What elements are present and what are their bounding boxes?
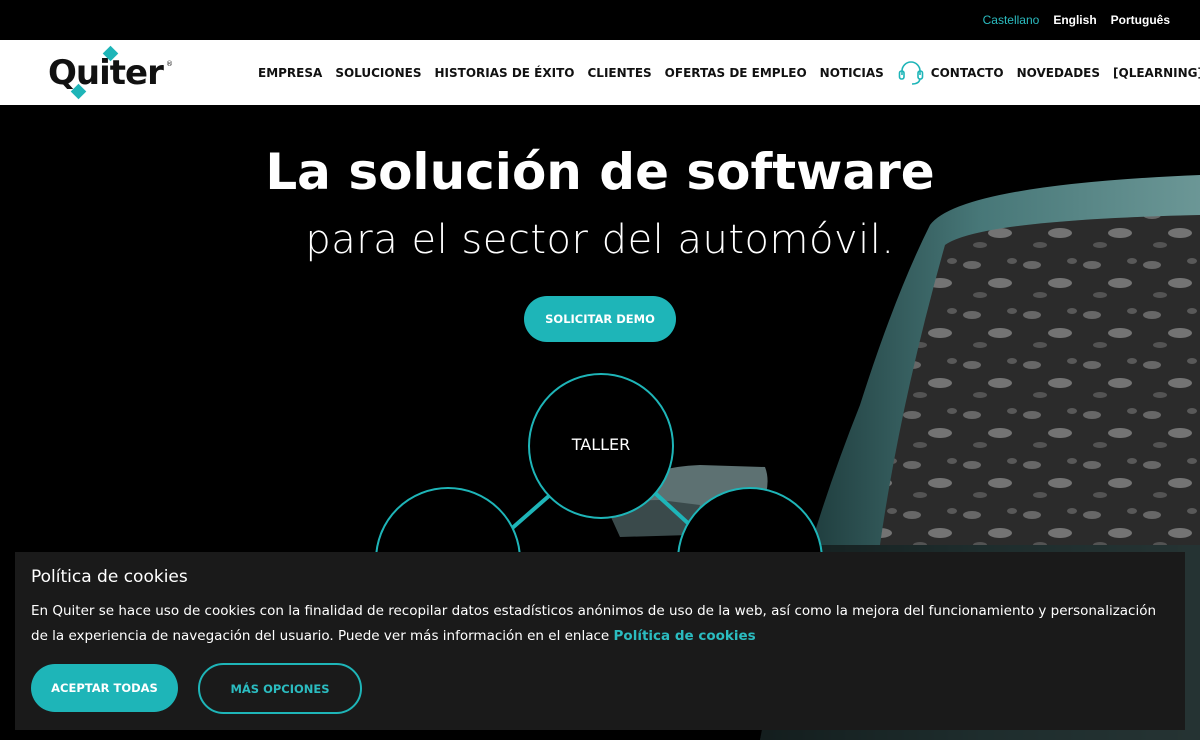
nav-qlearning[interactable]: [QLEARNING] bbox=[1113, 66, 1200, 80]
language-bar: Castellano English Português bbox=[0, 0, 1200, 40]
hero-subtitle: para el sector del automóvil. bbox=[305, 217, 895, 263]
solicitar-demo-button[interactable]: SOLICITAR DEMO bbox=[524, 296, 676, 342]
hero-title: La solución de software bbox=[265, 143, 935, 201]
site-header: Quiter ® EMPRESA SOLUCIONES HISTORIAS DE… bbox=[0, 40, 1200, 105]
logo-registered-mark: ® bbox=[166, 60, 173, 68]
headset-icon bbox=[898, 60, 924, 85]
lang-english[interactable]: English bbox=[1053, 13, 1096, 27]
cookie-banner: Política de cookies En Quiter se hace us… bbox=[15, 552, 1185, 730]
nav-clientes[interactable]: CLIENTES bbox=[587, 66, 651, 80]
nav-contacto[interactable]: CONTACTO bbox=[897, 60, 1004, 86]
accept-all-button[interactable]: ACEPTAR TODAS bbox=[31, 664, 178, 712]
logo-wordmark: Quiter bbox=[48, 53, 164, 93]
nav-historias[interactable]: HISTORIAS DE ÉXITO bbox=[434, 66, 574, 80]
nav-soluciones[interactable]: SOLUCIONES bbox=[335, 66, 421, 80]
nav-noticias[interactable]: NOTICIAS bbox=[820, 66, 884, 80]
cookie-policy-link[interactable]: Política de cookies bbox=[614, 628, 756, 644]
nav-empresa[interactable]: EMPRESA bbox=[258, 66, 322, 80]
cookie-title: Política de cookies bbox=[31, 567, 188, 587]
nav-ofertas-empleo[interactable]: OFERTAS DE EMPLEO bbox=[665, 66, 807, 80]
quiter-logo[interactable]: Quiter ® bbox=[48, 45, 173, 100]
main-nav: EMPRESA SOLUCIONES HISTORIAS DE ÉXITO CL… bbox=[258, 40, 1200, 105]
circle-label-taller[interactable]: TALLER bbox=[528, 435, 674, 454]
lang-castellano[interactable]: Castellano bbox=[983, 13, 1040, 27]
cookie-text-body: En Quiter se hace uso de cookies con la … bbox=[31, 603, 1157, 644]
nav-novedades[interactable]: NOVEDADES bbox=[1017, 66, 1100, 80]
nav-contacto-label: CONTACTO bbox=[930, 65, 1004, 80]
cookie-text: En Quiter se hace uso de cookies con la … bbox=[31, 599, 1171, 649]
lang-portugues[interactable]: Português bbox=[1111, 13, 1170, 27]
more-options-button[interactable]: MÁS OPCIONES bbox=[198, 663, 362, 714]
